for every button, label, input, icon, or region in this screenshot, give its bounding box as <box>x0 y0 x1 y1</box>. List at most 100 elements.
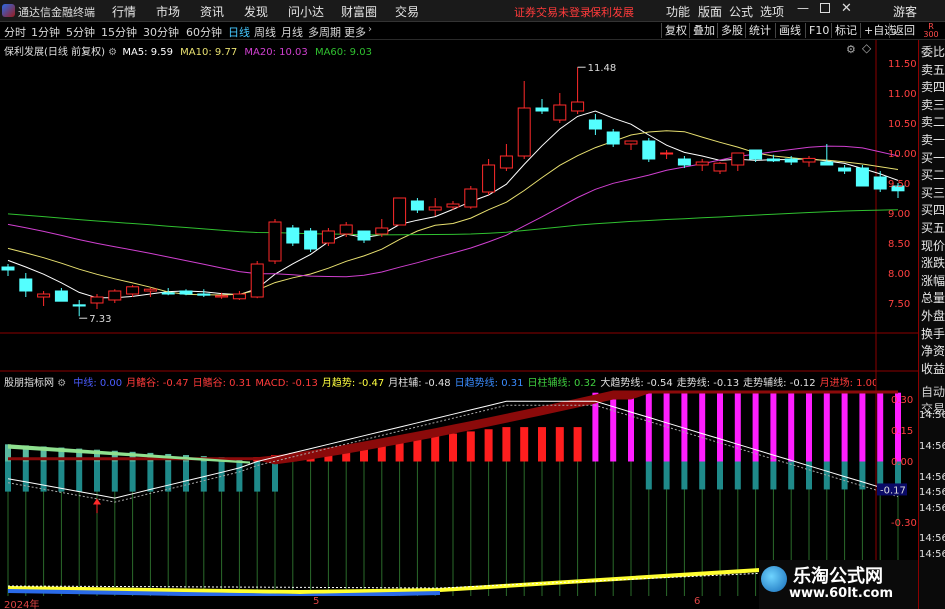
chart-collapse-icon[interactable]: ◇ <box>862 41 871 55</box>
tool-overlay[interactable]: 叠加 <box>689 23 718 38</box>
tool-stats[interactable]: 统计 <box>745 23 774 38</box>
ind-magenta-bar <box>788 392 795 462</box>
menu-wealth-circle[interactable]: 财富圈 <box>341 3 377 20</box>
indicator-tick-label: 14:56 <box>919 472 945 483</box>
sidebar-field-12[interactable]: 涨跌 <box>921 257 945 270</box>
sidebar-field-6[interactable]: 买一 <box>921 151 945 165</box>
indicator-tick-label: 0.15 <box>891 426 914 437</box>
sidebar-field-7[interactable]: 买二 <box>921 169 945 182</box>
period-monthly[interactable]: 月线 <box>281 24 303 40</box>
period-60min[interactable]: 60分钟 <box>186 24 222 40</box>
ind-neg-bar <box>645 461 652 490</box>
ind-magenta-bar <box>859 392 866 462</box>
sidebar-field-11[interactable]: 现价 <box>921 239 945 253</box>
login-warning[interactable]: 证券交易未登录 <box>514 4 591 20</box>
period-5min[interactable]: 5分钟 <box>66 24 95 40</box>
indicator-settings-icon[interactable]: ⚙ <box>57 378 66 389</box>
period-1min[interactable]: 1分钟 <box>31 24 60 40</box>
indicator-name[interactable]: 股朋指标网 <box>4 378 54 389</box>
menu-formula[interactable]: 公式 <box>729 3 753 20</box>
tool-fuquan[interactable]: 复权 <box>661 23 690 38</box>
menu-layout[interactable]: 版面 <box>698 3 722 20</box>
menu-options[interactable]: 选项 <box>760 3 784 20</box>
ind-value-text: -0.17 <box>880 485 906 496</box>
sidebar-field-0[interactable]: 委比 <box>921 46 945 59</box>
period-multi[interactable]: 多周期 <box>308 24 341 40</box>
sidebar-field-17[interactable]: 净资 <box>921 345 945 358</box>
sidebar-field-5[interactable]: 卖一 <box>921 134 945 147</box>
chart-settings-icon[interactable]: ⚙ <box>846 43 856 56</box>
indicator-value-6: 日趋势线: 0.31 <box>454 378 524 389</box>
ind-neg-bar <box>734 461 741 490</box>
ma20-value: MA20: 10.03 <box>244 47 308 58</box>
candle-body <box>855 167 869 187</box>
candle-body <box>357 230 371 241</box>
date-label-june: 6 <box>694 596 701 607</box>
chevron-right-icon[interactable]: › <box>368 24 372 35</box>
price-tick-label: 9.00 <box>888 209 911 220</box>
sidebar-field-3[interactable]: 卖三 <box>921 98 945 112</box>
ind-magenta-bar <box>628 392 634 462</box>
sidebar-field-16[interactable]: 换手 <box>921 327 945 341</box>
user-guest[interactable]: 游客 <box>893 3 917 20</box>
candle-body <box>410 200 424 211</box>
menu-trade[interactable]: 交易 <box>395 3 419 20</box>
ma5-value: MA5: 9.59 <box>122 47 173 58</box>
sidebar-field-19[interactable]: 自动 <box>921 386 945 399</box>
period-15min[interactable]: 15分钟 <box>101 24 137 40</box>
sidebar-field-8[interactable]: 买三 <box>921 186 945 200</box>
candle-body <box>1 266 15 271</box>
candle-body <box>143 288 157 292</box>
ind-neg-bar <box>770 461 777 490</box>
settings-gear-icon[interactable]: ⚙ <box>108 47 117 58</box>
sidebar-field-9[interactable]: 买四 <box>921 204 945 217</box>
tool-f10[interactable]: F10 <box>805 23 832 38</box>
ind-magenta-bar <box>734 392 741 462</box>
candle-body <box>37 293 51 298</box>
sidebar-field-10[interactable]: 买五 <box>921 222 945 235</box>
ind-neg-bar <box>752 461 759 490</box>
tool-draw[interactable]: 画线 <box>775 23 804 38</box>
menu-discover[interactable]: 发现 <box>244 3 268 20</box>
period-weekly[interactable]: 周线 <box>254 24 276 40</box>
sidebar-field-1[interactable]: 卖五 <box>921 63 945 77</box>
menu-market[interactable]: 市场 <box>156 3 180 20</box>
tool-mark[interactable]: 标记 <box>831 23 860 38</box>
sidebar-field-14[interactable]: 总量 <box>921 292 945 305</box>
menu-news[interactable]: 资讯 <box>200 3 224 20</box>
app-name: 通达信金融终端 <box>18 6 95 19</box>
ind-magenta-bar <box>877 392 884 462</box>
indicator-value-4: 月趋势: -0.47 <box>321 378 385 389</box>
ind-neg-bar <box>717 461 723 490</box>
close-icon[interactable]: ✕ <box>841 1 852 16</box>
candle-body <box>766 158 780 162</box>
tool-back[interactable]: 返回 <box>889 23 918 38</box>
ma60-line <box>7 209 899 236</box>
candle-body <box>517 107 531 157</box>
sidebar-field-15[interactable]: 外盘 <box>921 310 945 323</box>
sidebar-field-4[interactable]: 卖二 <box>921 116 945 129</box>
kline-chart[interactable]: -0.17 11.48 7.33 <box>0 40 918 596</box>
sidebar-field-18[interactable]: 收益 <box>921 362 945 376</box>
ind-neg-bar <box>165 461 172 492</box>
ind-neg-bar <box>183 461 189 492</box>
period-intraday[interactable]: 分时 <box>4 24 26 40</box>
menu-ask[interactable]: 问小达 <box>288 3 324 20</box>
period-daily[interactable]: 日线 <box>228 24 250 40</box>
ind-red-bar <box>466 431 475 462</box>
restore-icon[interactable] <box>820 3 830 13</box>
sidebar-field-2[interactable]: 卖四 <box>921 81 945 94</box>
candle-body <box>624 140 638 145</box>
period-30min[interactable]: 30分钟 <box>143 24 179 40</box>
menu-functions[interactable]: 功能 <box>666 3 690 20</box>
ma10-line <box>7 130 899 296</box>
price-tick-label: 10.50 <box>888 119 917 130</box>
period-more[interactable]: 更多 <box>344 24 366 40</box>
candle-body <box>446 203 460 208</box>
tool-multi-stock[interactable]: 多股 <box>717 23 746 38</box>
menu-market-quote[interactable]: 行情 <box>112 3 136 20</box>
r-badge: R 300 <box>917 22 945 40</box>
candle-body <box>393 197 407 226</box>
sidebar-field-13[interactable]: 涨幅 <box>921 274 945 288</box>
minimize-icon[interactable]: — <box>797 1 809 15</box>
